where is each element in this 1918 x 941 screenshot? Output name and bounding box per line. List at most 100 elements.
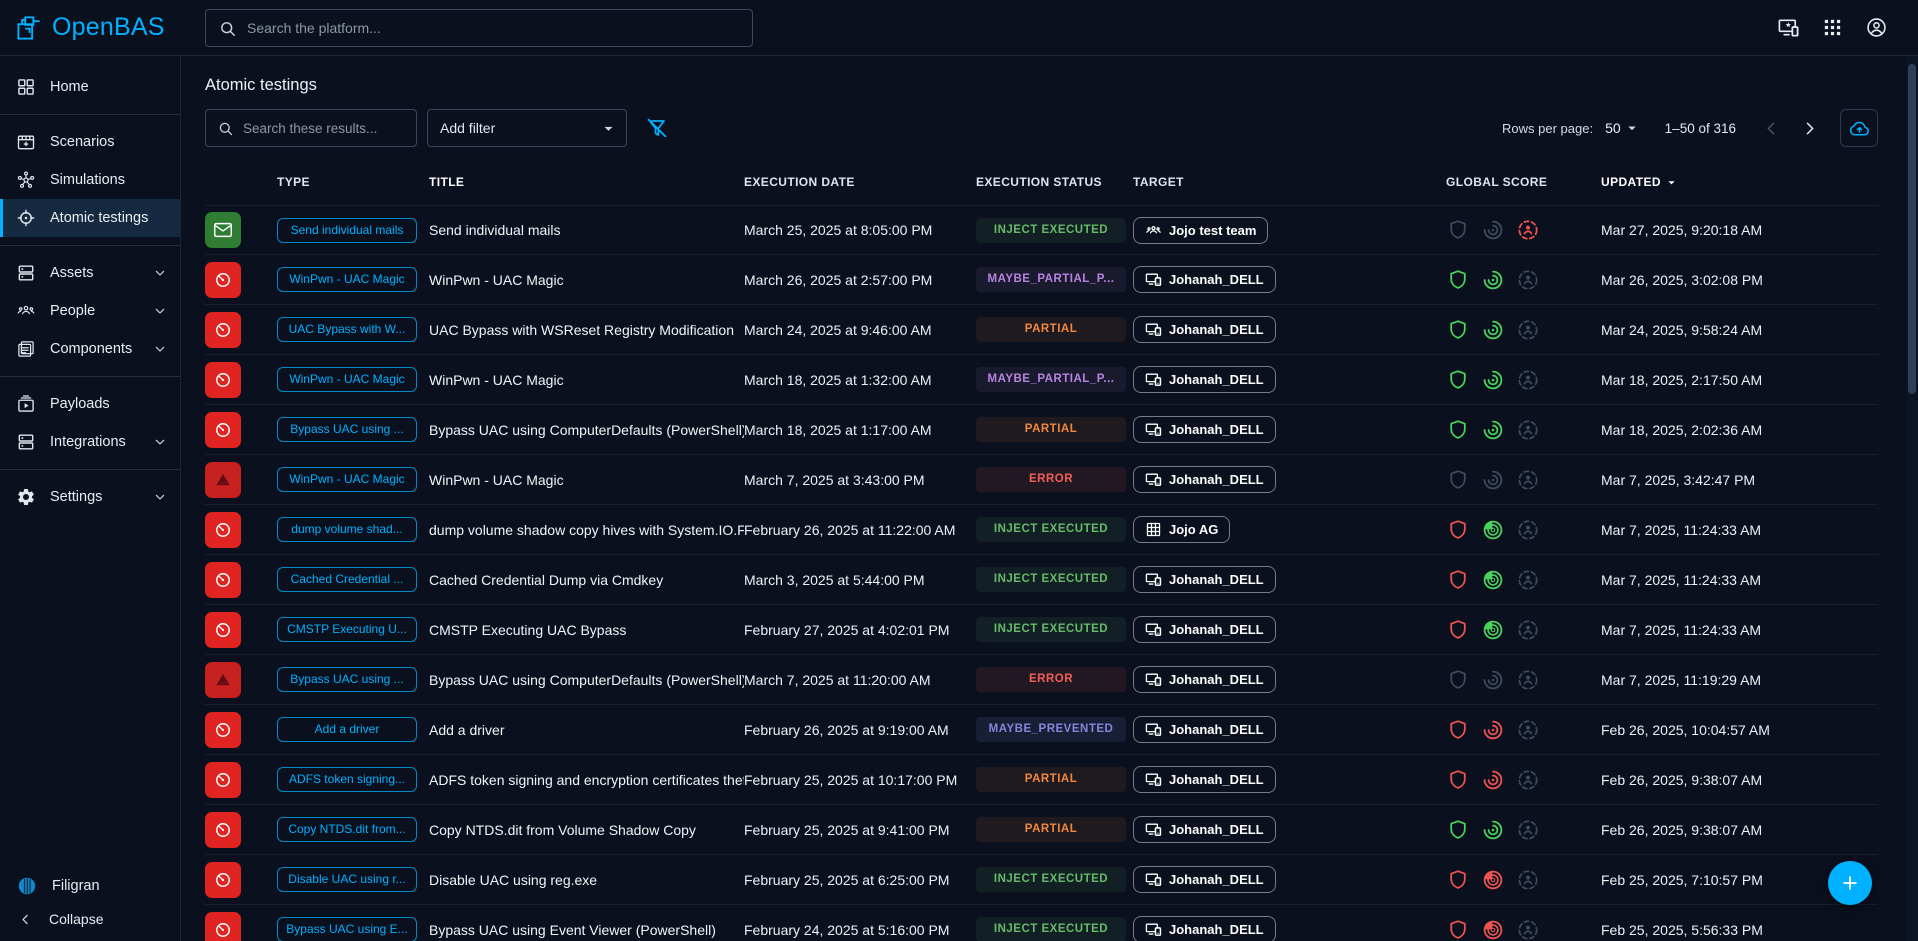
target-chip[interactable]: Johanah_DELL — [1133, 616, 1276, 643]
search-icon — [217, 120, 234, 137]
target-chip[interactable]: Johanah_DELL — [1133, 716, 1276, 743]
target-chip[interactable]: Jojo test team — [1133, 217, 1268, 244]
create-atomic-testing-fab[interactable] — [1828, 861, 1872, 905]
remote-devices-button[interactable] — [1770, 10, 1806, 46]
rows-per-page-select[interactable]: 50 — [1605, 119, 1641, 137]
clear-filters-button[interactable] — [645, 115, 671, 141]
row-menu-button[interactable] — [1833, 463, 1867, 497]
row-menu-button[interactable] — [1833, 663, 1867, 697]
target-chip[interactable]: Johanah_DELL — [1133, 366, 1276, 393]
inject-type-chip[interactable]: CMSTP Executing U... — [277, 617, 417, 642]
sidebar-item-atomic-testings[interactable]: Atomic testings — [0, 199, 180, 237]
results-search-input[interactable] — [243, 121, 405, 136]
row-menu-button[interactable] — [1833, 813, 1867, 847]
inject-type-chip[interactable]: Cached Credential ... — [277, 567, 417, 592]
sidebar-item-assets[interactable]: Assets — [0, 254, 180, 292]
sidebar-item-payloads[interactable]: Payloads — [0, 385, 180, 423]
previous-page-button[interactable] — [1754, 111, 1788, 145]
table-row[interactable]: Bypass UAC using ... Bypass UAC using Co… — [205, 405, 1878, 455]
sidebar-item-scenarios[interactable]: Scenarios — [0, 123, 180, 161]
table-row[interactable]: WinPwn - UAC Magic WinPwn - UAC Magic Ma… — [205, 255, 1878, 305]
sidebar-collapse-button[interactable]: Collapse — [0, 903, 180, 933]
table-row[interactable]: Send individual mails Send individual ma… — [205, 205, 1878, 255]
table-row[interactable]: CMSTP Executing U... CMSTP Executing UAC… — [205, 605, 1878, 655]
inject-type-chip[interactable]: Bypass UAC using ... — [277, 417, 417, 442]
row-menu-button[interactable] — [1833, 713, 1867, 747]
target-chip[interactable]: Johanah_DELL — [1133, 816, 1276, 843]
inject-type-chip[interactable]: Bypass UAC using E... — [277, 917, 417, 941]
target-chip[interactable]: Johanah_DELL — [1133, 666, 1276, 693]
table-row[interactable]: WinPwn - UAC Magic WinPwn - UAC Magic Ma… — [205, 355, 1878, 405]
target-chip[interactable]: Johanah_DELL — [1133, 466, 1276, 493]
column-header-updated[interactable]: UPDATED — [1601, 175, 1821, 190]
column-header-global-score[interactable]: GLOBAL SCORE — [1446, 175, 1601, 189]
export-button[interactable] — [1840, 109, 1878, 147]
column-header-type[interactable]: TYPE — [277, 175, 429, 189]
results-search[interactable] — [205, 109, 417, 147]
scrollbar-track[interactable] — [1906, 56, 1918, 941]
target-chip[interactable]: Johanah_DELL — [1133, 316, 1276, 343]
inject-type-chip[interactable]: WinPwn - UAC Magic — [277, 267, 417, 292]
column-header-title[interactable]: TITLE — [429, 175, 744, 189]
inject-type-chip[interactable]: Disable UAC using r... — [277, 867, 417, 892]
sidebar-item-integrations[interactable]: Integrations — [0, 423, 180, 461]
sidebar-item-home[interactable]: Home — [0, 68, 180, 106]
row-menu-button[interactable] — [1833, 763, 1867, 797]
target-chip[interactable]: Johanah_DELL — [1133, 766, 1276, 793]
next-page-button[interactable] — [1792, 111, 1826, 145]
openbas-logo-icon — [14, 13, 44, 43]
table-row[interactable]: WinPwn - UAC Magic WinPwn - UAC Magic Ma… — [205, 455, 1878, 505]
row-menu-button[interactable] — [1833, 913, 1867, 941]
scrollbar-thumb[interactable] — [1908, 64, 1916, 394]
filigran-link[interactable]: Filigran — [0, 869, 180, 903]
caldera-type-icon — [205, 462, 241, 498]
inject-type-chip[interactable]: WinPwn - UAC Magic — [277, 367, 417, 392]
row-menu-button[interactable] — [1833, 563, 1867, 597]
inject-type-chip[interactable]: Copy NTDS.dit from... — [277, 817, 417, 842]
table-row[interactable]: UAC Bypass with W... UAC Bypass with WSR… — [205, 305, 1878, 355]
target-chip[interactable]: Johanah_DELL — [1133, 916, 1276, 941]
column-header-target[interactable]: TARGET — [1133, 175, 1446, 189]
target-chip[interactable]: Johanah_DELL — [1133, 266, 1276, 293]
inject-type-chip[interactable]: Send individual mails — [277, 218, 417, 243]
table-row[interactable]: dump volume shad... dump volume shadow c… — [205, 505, 1878, 555]
column-header-execution-date[interactable]: EXECUTION DATE — [744, 175, 976, 189]
row-menu-button[interactable] — [1833, 363, 1867, 397]
add-filter-select[interactable]: Add filter — [427, 109, 627, 147]
table-row[interactable]: Bypass UAC using E... Bypass UAC using E… — [205, 905, 1878, 941]
openbas-logo[interactable]: OpenBAS — [0, 13, 190, 43]
target-chip[interactable]: Johanah_DELL — [1133, 866, 1276, 893]
inject-type-chip[interactable]: WinPwn - UAC Magic — [277, 467, 417, 492]
inject-type-chip[interactable]: Add a driver — [277, 717, 417, 742]
apps-menu-button[interactable] — [1814, 10, 1850, 46]
sidebar-item-simulations[interactable]: Simulations — [0, 161, 180, 199]
account-button[interactable] — [1858, 10, 1894, 46]
sidebar-item-components[interactable]: Components — [0, 330, 180, 368]
table-row[interactable]: Add a driver Add a driver February 26, 2… — [205, 705, 1878, 755]
target-chip[interactable]: Jojo AG — [1133, 516, 1230, 543]
row-menu-button[interactable] — [1833, 213, 1867, 247]
row-menu-button[interactable] — [1833, 313, 1867, 347]
global-search-input[interactable] — [247, 20, 740, 36]
table-row[interactable]: Copy NTDS.dit from... Copy NTDS.dit from… — [205, 805, 1878, 855]
sidebar-item-settings[interactable]: Settings — [0, 478, 180, 516]
target-chip[interactable]: Johanah_DELL — [1133, 416, 1276, 443]
inject-type-chip[interactable]: UAC Bypass with W... — [277, 317, 417, 342]
inject-type-chip[interactable]: Bypass UAC using ... — [277, 667, 417, 692]
target-chip[interactable]: Johanah_DELL — [1133, 566, 1276, 593]
row-menu-button[interactable] — [1833, 413, 1867, 447]
table-row[interactable]: ADFS token signing... ADFS token signing… — [205, 755, 1878, 805]
updated-date: Feb 26, 2025, 10:04:57 AM — [1601, 722, 1821, 738]
prevention-shield-icon — [1446, 668, 1470, 692]
inject-type-chip[interactable]: ADFS token signing... — [277, 767, 417, 792]
inject-type-chip[interactable]: dump volume shad... — [277, 517, 417, 542]
sidebar-item-people[interactable]: People — [0, 292, 180, 330]
table-row[interactable]: Disable UAC using r... Disable UAC using… — [205, 855, 1878, 905]
row-menu-button[interactable] — [1833, 513, 1867, 547]
table-row[interactable]: Bypass UAC using ... Bypass UAC using Co… — [205, 655, 1878, 705]
column-header-execution-status[interactable]: EXECUTION STATUS — [976, 175, 1133, 189]
row-menu-button[interactable] — [1833, 263, 1867, 297]
table-row[interactable]: Cached Credential ... Cached Credential … — [205, 555, 1878, 605]
row-menu-button[interactable] — [1833, 613, 1867, 647]
global-search[interactable] — [205, 9, 753, 47]
